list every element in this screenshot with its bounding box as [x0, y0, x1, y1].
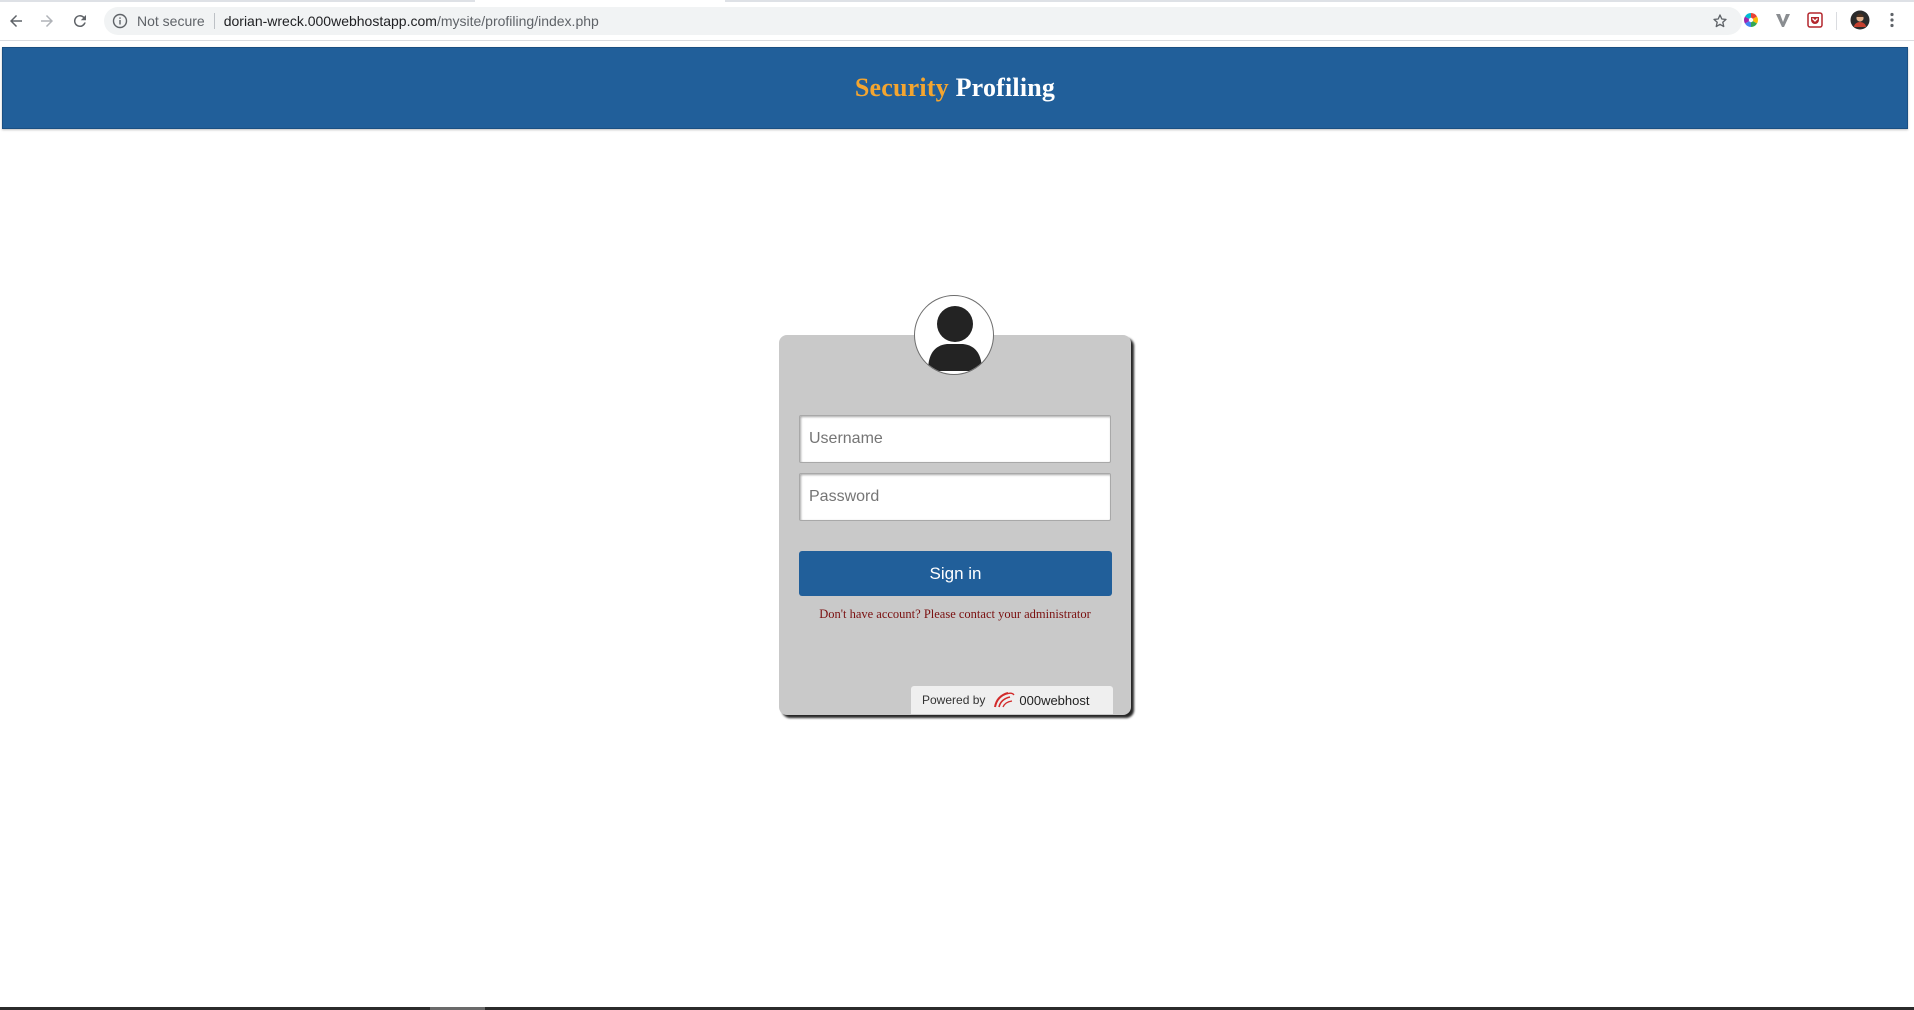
site-title-security: Security: [854, 73, 949, 102]
security-status-label[interactable]: Not secure: [137, 13, 205, 29]
brand-name: 000webhost: [1019, 692, 1090, 708]
browser-toolbar: Not secure dorian-wreck.000webhostapp.co…: [0, 0, 1914, 41]
contact-admin-text: Don't have account? Please contact your …: [819, 607, 1091, 621]
url-path: /mysite/profiling/index.php: [436, 13, 599, 29]
reload-icon[interactable]: [68, 9, 92, 33]
username-input[interactable]: [799, 415, 1111, 463]
toolbar-separator: [1836, 12, 1837, 30]
profile-avatar-icon[interactable]: [1850, 10, 1870, 30]
forward-arrow-icon[interactable]: [35, 9, 59, 33]
user-avatar-icon: [914, 295, 994, 375]
kebab-menu-icon[interactable]: [1883, 11, 1901, 29]
sign-in-button[interactable]: Sign in: [799, 551, 1112, 596]
tabstrip-edge: [0, 0, 1914, 2]
info-icon[interactable]: [112, 13, 128, 29]
v-extension-icon[interactable]: [1774, 11, 1792, 29]
powered-by-badge[interactable]: Powered by 000webhost: [911, 686, 1113, 714]
url-host: dorian-wreck.000webhostapp.com: [223, 13, 437, 29]
000webhost-logo-icon: [992, 690, 1016, 710]
login-card: [779, 335, 1131, 715]
pocket-extension-icon[interactable]: [1806, 11, 1824, 29]
address-separator: [213, 13, 215, 29]
color-wheel-extension-icon[interactable]: [1742, 11, 1760, 29]
address-bar[interactable]: Not secure dorian-wreck.000webhostapp.co…: [104, 7, 1742, 35]
star-icon[interactable]: [1712, 13, 1728, 29]
site-title: Security Profiling: [855, 73, 1055, 103]
password-input[interactable]: [799, 473, 1111, 521]
site-header: Security Profiling: [2, 47, 1908, 129]
back-arrow-icon[interactable]: [4, 9, 28, 33]
powered-by-label: Powered by: [922, 693, 986, 707]
site-title-profiling: Profiling: [955, 73, 1056, 102]
